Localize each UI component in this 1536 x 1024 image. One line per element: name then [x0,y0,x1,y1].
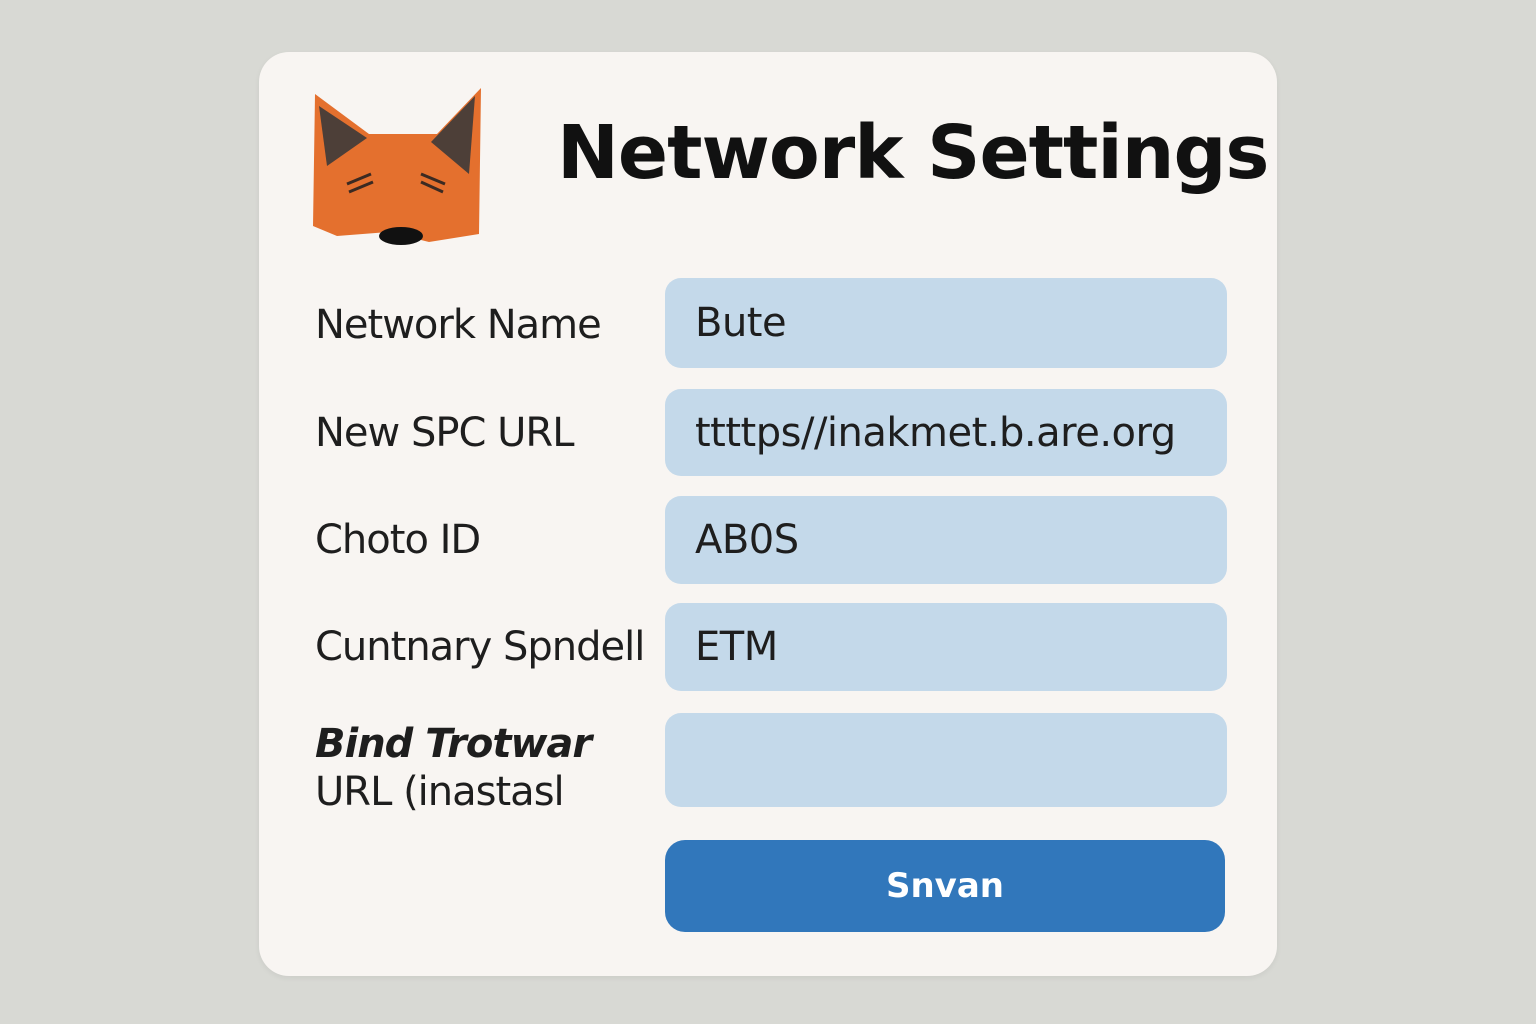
fox-icon [309,76,485,248]
chain-id-label: Choto ID [315,517,481,563]
network-name-input[interactable]: Bute [665,278,1227,368]
network-name-label: Network Name [315,302,602,348]
block-explorer-label: Bind Trotwar URL (inastasl [315,720,635,816]
save-button[interactable]: Snvan [665,840,1225,932]
currency-symbol-label: Cuntnary Spndell [315,624,645,670]
currency-symbol-input[interactable]: ETM [665,603,1227,691]
block-explorer-label-line2: URL (inastasl [315,769,565,815]
chain-id-input[interactable]: AB0S [665,496,1227,584]
rpc-url-input[interactable]: ttttps//inakmet.b.are.org [665,389,1227,476]
block-explorer-label-line1: Bind Trotwar [315,721,592,767]
page-title: Network Settings [557,110,1269,196]
block-explorer-input[interactable] [665,713,1227,807]
network-settings-card: Network Settings Network Name Bute New S… [259,52,1277,976]
rpc-url-label: New SPC URL [315,410,574,456]
